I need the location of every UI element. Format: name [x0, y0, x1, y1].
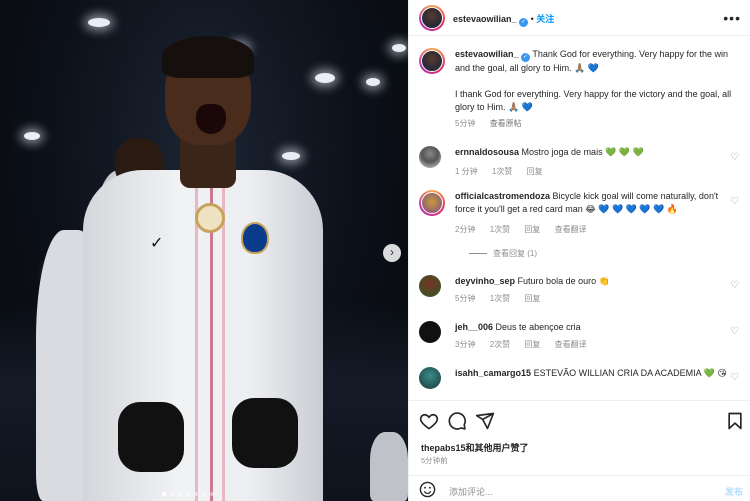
carousel-dot: [194, 492, 198, 496]
comment-time: 5分钟: [455, 294, 476, 303]
heart-icon[interactable]: ♡: [730, 152, 739, 163]
heart-icon[interactable]: ♡: [730, 280, 739, 291]
verified-icon: ✓: [519, 18, 529, 27]
teammate-right: [370, 432, 408, 501]
competition-badge: [195, 203, 225, 233]
jersey-stripe: [195, 185, 198, 501]
comment-time: 3分钟: [455, 340, 476, 349]
player-glove-left: [118, 402, 184, 472]
heart-icon[interactable]: ♡: [730, 372, 739, 383]
verified-icon: ✓: [521, 53, 531, 62]
commenter-avatar[interactable]: [419, 190, 445, 216]
comment-username[interactable]: estevaowilian_: [455, 49, 519, 59]
follow-button[interactable]: 关注: [536, 14, 554, 24]
stadium-light: [24, 132, 40, 140]
bookmark-icon[interactable]: [725, 411, 745, 431]
commenter-avatar[interactable]: [419, 146, 441, 168]
caption-time: 5分钟: [455, 119, 476, 128]
view-original-link[interactable]: 查看原帖: [490, 119, 522, 128]
comment-text: ESTEVÃO WILLIAN CRIA DA ACADEMIA 💚 😘: [533, 368, 727, 378]
comment-text: Deus te abençoe cria: [495, 322, 581, 332]
stadium-light: [366, 78, 380, 86]
player-hair: [162, 36, 254, 78]
comment-item: jeh__006 Deus te abençoe cria 3分钟 2次赞 回复…: [419, 321, 741, 357]
player-glove-right: [232, 398, 298, 468]
post-header: estevaowilian_ ✓ • 关注 •••: [409, 0, 750, 36]
post-side-panel: estevaowilian_ ✓ • 关注 ••• estevaowilian_…: [408, 0, 750, 501]
comment-input[interactable]: 添加评论...: [449, 485, 493, 498]
likes-summary[interactable]: thepabs15和其他用户赞了: [421, 441, 529, 454]
heart-icon[interactable]: [419, 411, 439, 431]
comment-likes[interactable]: 1次赞: [490, 225, 510, 234]
reply-button[interactable]: 回复: [524, 340, 540, 349]
carousel-dot: [202, 492, 206, 496]
comment-likes[interactable]: 2次赞: [490, 340, 510, 349]
commenter-avatar[interactable]: [419, 367, 441, 389]
comment-time: 1 分钟: [455, 167, 478, 176]
carousel-dot: [186, 492, 190, 496]
comment-username[interactable]: isahh_camargo15: [455, 368, 531, 378]
add-comment-bar: 添加评论... 发布: [409, 475, 750, 501]
reply-button[interactable]: 回复: [527, 167, 543, 176]
carousel-dot: [162, 492, 166, 496]
comment-username[interactable]: ernnaldosousa: [455, 147, 519, 157]
caption: estevaowilian_ ✓ Thank God for everythin…: [419, 48, 741, 144]
reply-button[interactable]: 回复: [524, 294, 540, 303]
carousel-dot: [178, 492, 182, 496]
liked-by-users[interactable]: thepabs15: [421, 443, 466, 453]
post-time: 5分钟前: [421, 456, 448, 465]
brand-logo: ✓: [150, 235, 164, 252]
post-photo[interactable]: ✓ ›: [0, 0, 408, 501]
comments-list[interactable]: estevaowilian_ ✓ Thank God for everythin…: [409, 36, 750, 400]
replies-divider: [469, 253, 487, 255]
comment-icon[interactable]: [447, 411, 467, 431]
translate-link[interactable]: 查看翻译: [555, 340, 587, 349]
comment-item: deyvinho_sep Futuro bola de ouro 👏 5分钟 1…: [419, 275, 741, 311]
view-replies-link[interactable]: 查看回复 (1): [493, 249, 537, 258]
post-comment-button[interactable]: 发布: [725, 485, 743, 498]
author-avatar[interactable]: [419, 48, 445, 74]
emoji-icon[interactable]: [419, 481, 436, 498]
translate-link[interactable]: 查看翻译: [555, 225, 587, 234]
comment-time: 2分钟: [455, 225, 476, 234]
comment-item: isahh_camargo15 ESTEVÃO WILLIAN CRIA DA …: [419, 367, 741, 400]
carousel-dots: [162, 492, 214, 496]
carousel-dot: [170, 492, 174, 496]
comment-likes[interactable]: 1次赞: [492, 167, 512, 176]
share-icon[interactable]: [475, 411, 495, 431]
comment-username[interactable]: deyvinho_sep: [455, 276, 515, 286]
comment-likes[interactable]: 1次赞: [490, 294, 510, 303]
stadium-light: [88, 18, 110, 27]
comment-text: Futuro bola de ouro 👏: [517, 276, 610, 286]
comment-text: Mostro joga de mais 💚 💚 💚: [521, 147, 644, 157]
stadium-light: [282, 152, 300, 160]
stadium-light: [315, 73, 335, 83]
comment-username[interactable]: officialcastromendoza: [455, 191, 550, 201]
author-username[interactable]: estevaowilian_: [453, 14, 517, 24]
club-crest: [241, 222, 269, 254]
comment-item: officialcastromendoza Bicycle kick goal …: [419, 190, 741, 270]
comment-username[interactable]: jeh__006: [455, 322, 493, 332]
author-avatar[interactable]: [419, 5, 445, 31]
commenter-avatar[interactable]: [419, 321, 441, 343]
liked-by-suffix[interactable]: 和其他用户赞了: [466, 443, 529, 453]
jersey-stripe: [222, 185, 225, 501]
caption-translation: I thank God for everything. Very happy f…: [455, 89, 732, 112]
post-actions: thepabs15和其他用户赞了 5分钟前: [409, 400, 750, 470]
comment-item: ernnaldosousa Mostro joga de mais 💚 💚 💚 …: [419, 146, 741, 182]
more-options-icon[interactable]: •••: [723, 10, 741, 26]
heart-icon[interactable]: ♡: [730, 326, 739, 337]
chevron-right-icon[interactable]: ›: [383, 244, 401, 262]
player-mouth: [196, 104, 226, 134]
heart-icon[interactable]: ♡: [730, 196, 739, 207]
carousel-dot: [210, 492, 214, 496]
commenter-avatar[interactable]: [419, 275, 441, 297]
stadium-light: [392, 44, 406, 52]
reply-button[interactable]: 回复: [524, 225, 540, 234]
